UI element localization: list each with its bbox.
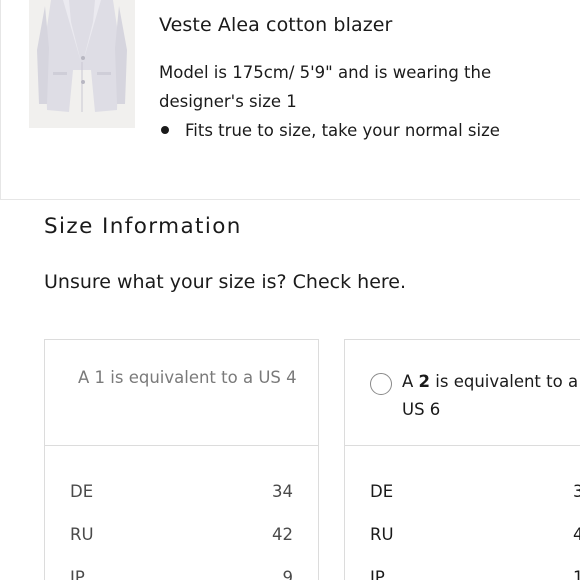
size-row-label: RU [370,525,394,544]
blazer-image [29,0,135,128]
size-card-1[interactable]: A 1 is equivalent to a US 4 DE 34 RU 42 … [44,339,319,580]
size-row-label: RU [70,525,94,544]
size-help-link[interactable]: Unsure what your size is? Check here. [44,271,406,293]
bullet-icon [161,126,169,134]
size-card-header-text: A 1 is equivalent to a US 4 [78,368,297,387]
size-header-prefix: A [402,372,419,391]
size-row-value: 36 [573,482,580,501]
product-summary: Veste Alea cotton blazer Model is 175cm/… [0,0,580,200]
size-radio-button[interactable] [370,373,392,395]
size-header-size: 2 [418,372,431,391]
size-row-value: 9 [282,568,294,580]
fit-text: Fits true to size, take your normal size [185,121,500,140]
size-row-value: 44 [573,525,580,544]
size-card-header-text: A 2 is equivalent to a US 6 [402,368,580,424]
size-row-value: 42 [272,525,293,544]
product-image [29,0,135,128]
size-row-label: JP [70,568,85,580]
size-card-2[interactable]: A 2 is equivalent to a US 6 DE 36 RU 44 … [344,339,580,580]
size-row-label: DE [70,482,94,501]
fit-note: Fits true to size, take your normal size [159,116,500,145]
product-title: Veste Alea cotton blazer [159,14,393,36]
size-card-header: A 1 is equivalent to a US 4 [45,340,318,446]
size-row-value: 34 [272,482,293,501]
model-info: Model is 175cm/ 5'9" and is wearing the … [159,63,492,111]
size-card-header: A 2 is equivalent to a US 6 [345,340,580,446]
size-row-label: JP [370,568,385,580]
size-help-link-text[interactable]: Unsure what your size is? Check here. [44,271,406,293]
size-row-label: DE [370,482,394,501]
size-row-value: 11 [573,568,580,580]
size-info-title: Size Information [44,214,242,239]
size-guide-page: Veste Alea cotton blazer Model is 175cm/… [0,0,580,580]
